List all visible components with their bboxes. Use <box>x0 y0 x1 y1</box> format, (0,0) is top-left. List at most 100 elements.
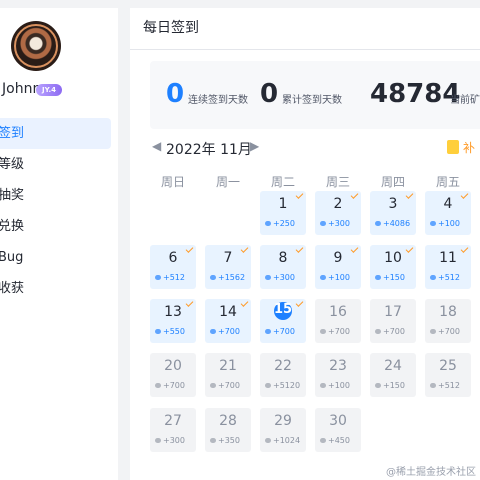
ore-icon <box>210 329 216 334</box>
calendar-day-points: +512 <box>430 273 460 282</box>
calendar-day-number: 8 <box>278 250 288 266</box>
calendar-day-points: +150 <box>375 381 405 390</box>
calendar-day-number: 11 <box>439 250 457 266</box>
calendar-day-cell[interactable]: 28 +350 <box>205 408 251 452</box>
calendar-day-cell[interactable]: 9 +100 <box>315 245 361 289</box>
points-value: +100 <box>438 219 460 228</box>
calendar-day-cell[interactable]: 10 +150 <box>370 245 416 289</box>
prev-month-icon[interactable]: ◀ <box>152 139 161 153</box>
calendar-day-cell[interactable]: 7 +1562 <box>205 245 251 289</box>
total-days-label: 累计签到天数 <box>282 95 342 106</box>
ore-icon <box>210 275 216 280</box>
calendar-day-number: 22 <box>274 358 292 374</box>
calendar-day-cell[interactable]: 16 +700 <box>315 299 361 343</box>
total-days-value: 0 <box>260 79 279 109</box>
calendar-day-points: +512 <box>155 273 185 282</box>
calendar-day-points: +1562 <box>210 273 245 282</box>
calendar-day-cell[interactable]: 6 +512 <box>150 245 196 289</box>
calendar-day-number: 17 <box>384 304 402 320</box>
calendar-day-number: 16 <box>329 304 347 320</box>
points-value: +350 <box>218 436 240 445</box>
ore-icon <box>265 275 271 280</box>
calendar-day-cell[interactable]: 23 +100 <box>315 353 361 397</box>
calendar-day-cell[interactable]: 17 +700 <box>370 299 416 343</box>
calendar-day-points: +350 <box>210 436 240 445</box>
calendar-day-cell[interactable]: 13 +550 <box>150 299 196 343</box>
calendar-day-points: +150 <box>375 273 405 282</box>
calendar-day-points: +700 <box>210 381 240 390</box>
calendar-day-points: +5120 <box>265 381 300 390</box>
calendar-day-cell[interactable]: 2 +300 <box>315 191 361 235</box>
ore-icon <box>430 275 436 280</box>
next-month-icon[interactable]: ▶ <box>250 139 259 153</box>
sidebar-item-label: 签到 <box>0 126 25 141</box>
stats-panel: 0 连续签到天数 0 累计签到天数 48784 当前矿 <box>150 61 480 129</box>
sidebar-item-label: Bug <box>0 250 24 265</box>
sidebar-item-checkin[interactable]: 签到 <box>0 118 111 149</box>
points-value: +700 <box>163 381 185 390</box>
calendar-day-cell[interactable]: 22 +5120 <box>260 353 306 397</box>
calendar-day-cell[interactable]: 21 +700 <box>205 353 251 397</box>
weekday-label: 周四 <box>380 175 405 189</box>
points-value: +1562 <box>218 273 246 282</box>
calendar-day-cell[interactable]: 18 +700 <box>425 299 471 343</box>
weekday-label: 周日 <box>160 175 185 189</box>
points-value: +450 <box>328 436 350 445</box>
points-value: +4086 <box>383 219 411 228</box>
calendar-day-cell[interactable]: 11 +512 <box>425 245 471 289</box>
sidebar-item-exchange[interactable]: 兑换 <box>0 211 111 242</box>
calendar-day-cell[interactable]: 30 +450 <box>315 408 361 452</box>
calendar-day-number: 30 <box>329 413 347 429</box>
calendar-day-cell[interactable]: 15 +700 <box>260 299 306 343</box>
calendar-day-points: +700 <box>320 327 350 336</box>
calendar-day-cell[interactable]: 4 +100 <box>425 191 471 235</box>
calendar-day-number: 3 <box>388 196 398 212</box>
ore-icon <box>320 221 326 226</box>
calendar-day-cell[interactable]: 27 +300 <box>150 408 196 452</box>
sidebar-item-label: 兑换 <box>0 219 25 234</box>
calendar-day-number: 23 <box>329 358 347 374</box>
ore-label: 当前矿 <box>450 95 480 106</box>
calendar-day-points: +100 <box>320 273 350 282</box>
calendar-day-cell[interactable]: 25 +512 <box>425 353 471 397</box>
sidebar-item-label: 收获 <box>0 281 25 296</box>
ore-icon <box>320 329 326 334</box>
ore-icon <box>265 438 271 443</box>
makeup-checkin-button[interactable]: 补 <box>447 139 475 156</box>
calendar-day-cell[interactable]: 1 +250 <box>260 191 306 235</box>
sidebar-item-harvest[interactable]: 收获 <box>0 273 111 304</box>
points-value: +700 <box>218 381 240 390</box>
points-value: +700 <box>438 327 460 336</box>
calendar-day-cell[interactable]: 3 +4086 <box>370 191 416 235</box>
calendar-day-points: +250 <box>265 219 295 228</box>
calendar-day-number: 4 <box>443 196 453 212</box>
weekday-label: 周二 <box>270 175 295 189</box>
weekday-label: 周一 <box>215 175 240 189</box>
calendar-day-cell[interactable]: 24 +150 <box>370 353 416 397</box>
calendar-day-cell[interactable]: 20 +700 <box>150 353 196 397</box>
calendar-day-points: +4086 <box>375 219 410 228</box>
sidebar-item-lottery[interactable]: 抽奖 <box>0 180 111 211</box>
ore-icon <box>265 329 271 334</box>
sidebar-item-bug[interactable]: Bug <box>0 242 111 273</box>
calendar-day-points: +700 <box>210 327 240 336</box>
calendar-day-cell[interactable]: 29 +1024 <box>260 408 306 452</box>
sidebar: Johnn JY.4 签到 等级 抽奖 兑换 Bug 收获 <box>0 8 118 480</box>
calendar-day-number: 20 <box>164 358 182 374</box>
points-value: +700 <box>383 327 405 336</box>
page-title: 每日签到 <box>130 8 480 50</box>
calendar-day-points: +512 <box>430 381 460 390</box>
ore-icon <box>265 383 271 388</box>
ore-value: 48784 <box>370 79 461 109</box>
calendar-day-number: 28 <box>219 413 237 429</box>
sidebar-item-label: 抽奖 <box>0 188 25 203</box>
calendar-day-cell[interactable]: 8 +300 <box>260 245 306 289</box>
calendar-day-cell[interactable]: 14 +700 <box>205 299 251 343</box>
avatar[interactable] <box>11 21 61 71</box>
points-value: +512 <box>438 381 460 390</box>
sidebar-item-level[interactable]: 等级 <box>0 149 111 180</box>
ore-icon <box>155 329 161 334</box>
points-value: +1024 <box>273 436 301 445</box>
makeup-card-icon <box>447 140 459 154</box>
calendar-day-number: 2 <box>333 196 343 212</box>
